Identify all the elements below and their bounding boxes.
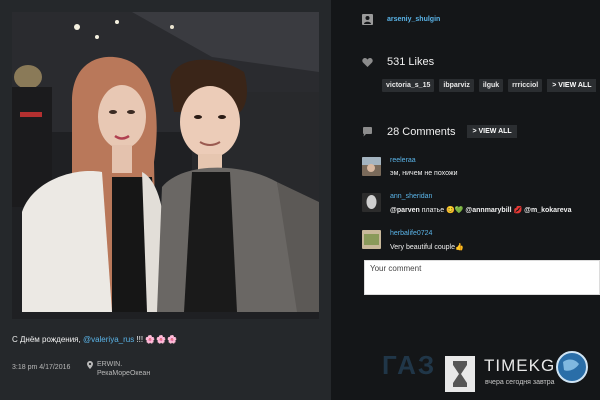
comment-input-box	[364, 260, 600, 295]
post-timestamp: 3:18 pm 4/17/2016	[12, 364, 71, 371]
comment-username[interactable]: ann_sheridan	[390, 193, 432, 200]
avatar[interactable]	[362, 230, 381, 249]
comment-mention-link[interactable]: @m_kokareva	[524, 207, 571, 214]
comment-bubble-icon	[363, 127, 372, 137]
author-row: arseniy_shulgin	[362, 14, 440, 25]
likes-count: 531 Likes	[387, 56, 435, 68]
comment-text: @parven платье 😊💚 @annmarybill 💋 @m_koka…	[390, 206, 571, 214]
location-line-1: ERWIN.	[97, 361, 123, 368]
likers-view-all-button[interactable]: > VIEW ALL	[547, 79, 597, 92]
caption-text: С Днём рождения,	[12, 335, 83, 344]
comments-header: 28 Comments > VIEW ALL	[362, 125, 517, 138]
globe-icon	[556, 351, 588, 383]
comments-count: 28 Comments	[387, 125, 456, 138]
watermark-subtitle: вчера сегодня завтра	[485, 379, 555, 386]
comment-mention-link[interactable]: @annmarybill	[465, 207, 511, 214]
user-icon	[362, 14, 373, 25]
post-photo[interactable]	[12, 12, 319, 319]
hourglass-icon	[445, 356, 475, 392]
comment-text-part: платье 😊💚	[419, 207, 466, 214]
comments-view-all-button[interactable]: > VIEW ALL	[467, 125, 517, 138]
caption-suffix: !!!	[134, 335, 146, 344]
location-pin-icon	[87, 361, 93, 369]
post-location[interactable]: ERWIN. РекаМореОкеан	[87, 360, 150, 378]
comment-username[interactable]: reeleraa	[390, 157, 416, 164]
comment-text: Very beautiful couple👍	[390, 244, 464, 251]
comment-mention-link[interactable]: @parven	[390, 207, 420, 214]
watermark-title: TIMEKG	[484, 356, 556, 375]
liker-tag[interactable]: victoria_s_15	[382, 79, 435, 92]
likers-list: victoria_s_15 ibparviz ilguk rrricciol >…	[382, 79, 597, 92]
watermark-text: ГАЗ	[382, 350, 437, 380]
post-photo-image	[12, 12, 319, 319]
heart-icon	[362, 57, 373, 67]
comment-username[interactable]: herbalife0724	[390, 230, 432, 237]
liker-tag[interactable]: ilguk	[478, 79, 504, 92]
caption-mention-link[interactable]: @valeriya_rus	[83, 335, 134, 344]
liker-tag[interactable]: rrricciol	[508, 79, 543, 92]
post-caption: С Днём рождения, @valeriya_rus !!! 🌸🌸🌸	[12, 335, 319, 344]
caption-emoji: 🌸🌸🌸	[145, 335, 179, 344]
post-card: С Днём рождения, @valeriya_rus !!! 🌸🌸🌸 3…	[0, 0, 331, 400]
liker-tag[interactable]: ibparviz	[439, 79, 474, 92]
location-line-2: РекаМореОкеан	[97, 370, 151, 377]
author-username[interactable]: arseniy_shulgin	[387, 16, 440, 23]
likes-row: 531 Likes	[362, 56, 434, 68]
comment-input[interactable]	[365, 261, 599, 294]
avatar[interactable]	[362, 193, 381, 212]
avatar[interactable]	[362, 157, 381, 176]
post-sidebar: arseniy_shulgin 531 Likes victoria_s_15 …	[355, 0, 600, 400]
comment-text: эм, ничем не похожи	[390, 170, 458, 177]
watermark-logo: TIMEKG вчера сегодня завтра	[445, 350, 595, 396]
comment-text-part: 💋	[511, 207, 525, 214]
